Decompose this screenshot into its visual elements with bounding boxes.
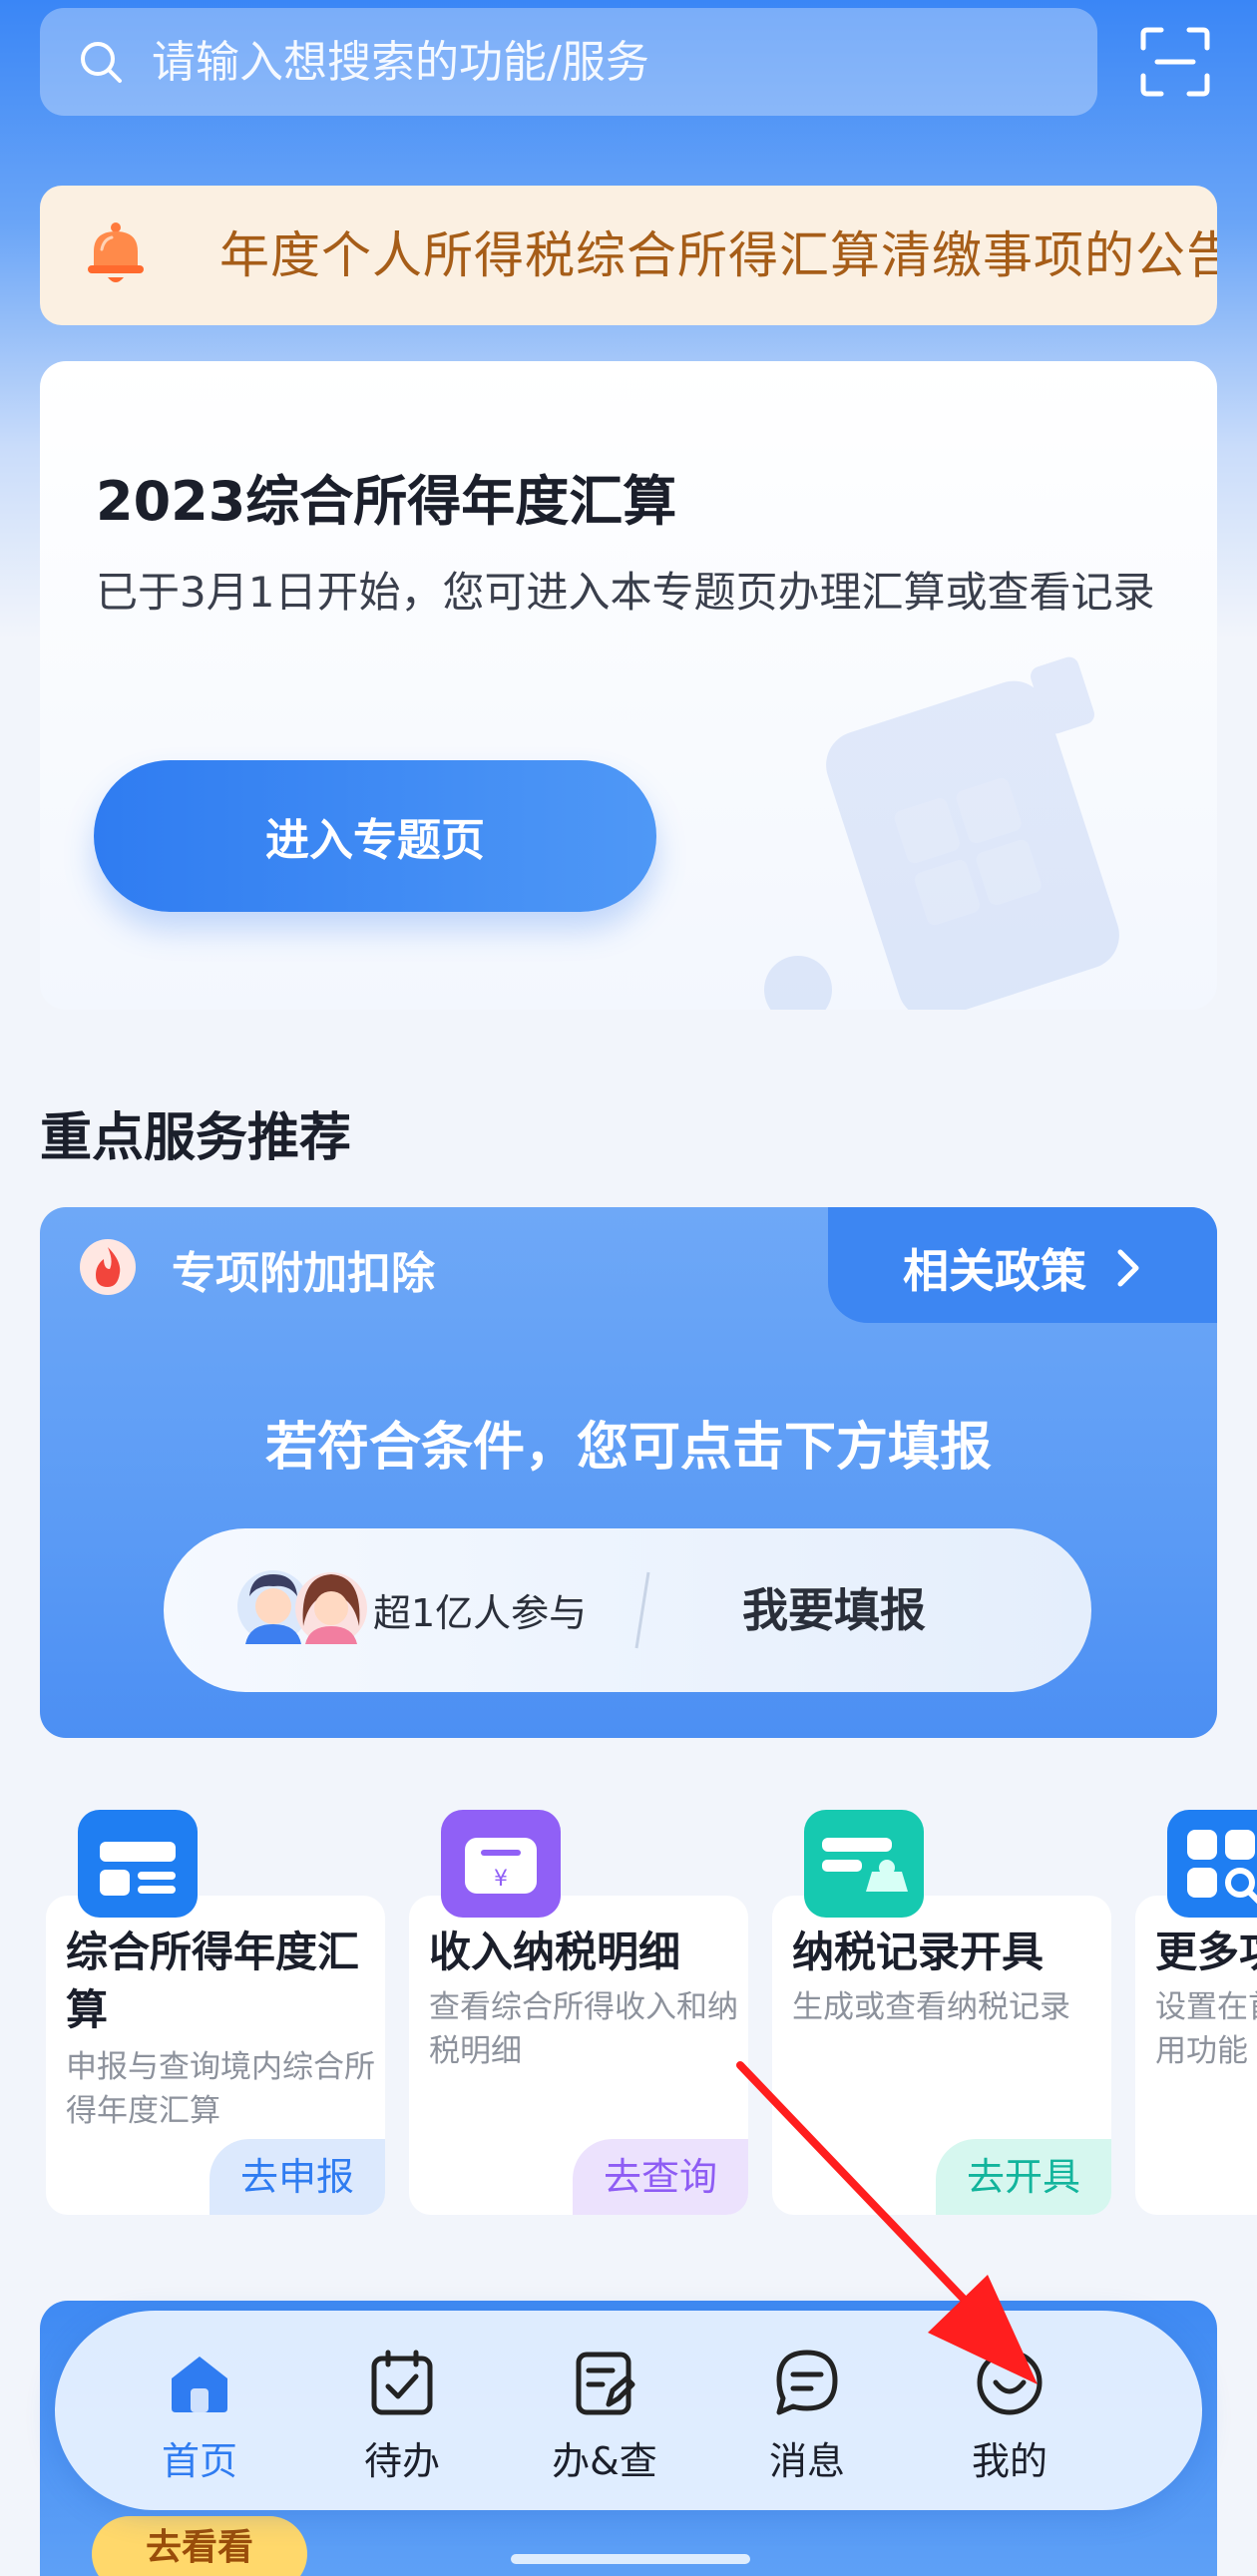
calculator-decoration-icon	[764, 656, 1119, 1010]
search-bar[interactable]	[40, 8, 1097, 116]
chevron-right-icon	[1117, 1249, 1139, 1287]
nav-item-todo[interactable]: 待办	[322, 2347, 482, 2486]
tax-record-icon	[804, 1810, 924, 1918]
service-name: 综合所得年度汇算	[66, 1928, 360, 2034]
scan-icon	[1140, 27, 1210, 97]
special-deduction-card: 专项附加扣除 相关政策 若符合条件，您可点击下方填报 超1亿人参与 我要填报	[40, 1207, 1217, 1738]
related-policy-label: 相关政策	[903, 1244, 1086, 1298]
svg-text:¥: ¥	[494, 1867, 508, 1892]
home-icon	[172, 2357, 227, 2412]
section-title: 重点服务推荐	[40, 1108, 352, 1168]
hero-description: 已于3月1日开始，您可进入本专题页办理汇算或查看记录	[96, 568, 1155, 617]
service-name: 纳税记录开具	[792, 1928, 1045, 1976]
service-desc: 查看综合所得收入和纳税明细	[429, 1989, 738, 2069]
participants-text: 超1亿人参与	[373, 1591, 588, 1635]
more-apps-icon	[1167, 1810, 1257, 1918]
notice-text: 年度个人所得税综合所得汇算清缴事项的公告	[219, 226, 1217, 284]
tax-return-icon	[78, 1810, 198, 1918]
hero-title: 2023综合所得年度汇算	[96, 470, 677, 533]
bell-icon	[88, 222, 144, 282]
service-desc: 申报与查询境内综合所得年度汇算	[66, 2049, 375, 2129]
participants-avatar-icon	[237, 1570, 367, 1644]
service-desc: 生成或查看纳税记录	[792, 1989, 1070, 2025]
related-policy-link[interactable]: 相关政策	[903, 1235, 1148, 1301]
home-indicator	[511, 2554, 750, 2564]
fill-report-button[interactable]: 超1亿人参与 我要填报	[164, 1528, 1091, 1692]
annual-settlement-card: 2023综合所得年度汇算 已于3月1日开始，您可进入本专题页办理汇算或查看记录 …	[40, 361, 1217, 1010]
todo-icon	[371, 2350, 433, 2415]
service-card-income-detail[interactable]: ¥ 收入纳税明细 查看综合所得收入和纳税明细 去查询	[409, 1796, 748, 2215]
service-desc: 设置在首页常用功能	[1155, 1989, 1257, 2069]
notice-bar[interactable]: 年度个人所得税综合所得汇算清缴事项的公告	[40, 186, 1217, 325]
divider-slash	[634, 1571, 650, 1649]
deduction-tip: 若符合条件，您可点击下方填报	[264, 1418, 992, 1478]
search-icon	[81, 42, 122, 83]
scan-button[interactable]	[1137, 24, 1213, 100]
service-card-more[interactable]: 更多功能 设置在首页常用功能	[1135, 1796, 1257, 2215]
search-input[interactable]	[152, 36, 1049, 88]
nav-label: 办&查	[552, 2439, 657, 2483]
deduction-tab-label: 专项附加扣除	[172, 1248, 435, 1299]
fire-icon	[80, 1239, 136, 1295]
service-name: 收入纳税明细	[429, 1928, 681, 1976]
nav-label: 待办	[363, 2439, 440, 2483]
nav-item-home[interactable]: 首页	[120, 2347, 279, 2486]
handle-query-icon	[576, 2352, 635, 2415]
nav-label: 首页	[161, 2439, 237, 2483]
income-detail-icon: ¥	[441, 1810, 561, 1918]
service-card-annual-settlement[interactable]: 综合所得年度汇算 申报与查询境内综合所得年度汇算 去申报	[46, 1796, 385, 2215]
service-name: 更多功能	[1155, 1928, 1257, 1976]
go-declare-button[interactable]: 去申报	[210, 2139, 385, 2215]
fill-report-label: 我要填报	[742, 1583, 926, 1637]
nav-item-handle-query[interactable]: 办&查	[525, 2347, 684, 2486]
go-see-button[interactable]: 去看看	[92, 2516, 307, 2576]
annotation-arrow-icon	[736, 2061, 1038, 2384]
enter-topic-button[interactable]: 进入专题页	[94, 760, 656, 912]
